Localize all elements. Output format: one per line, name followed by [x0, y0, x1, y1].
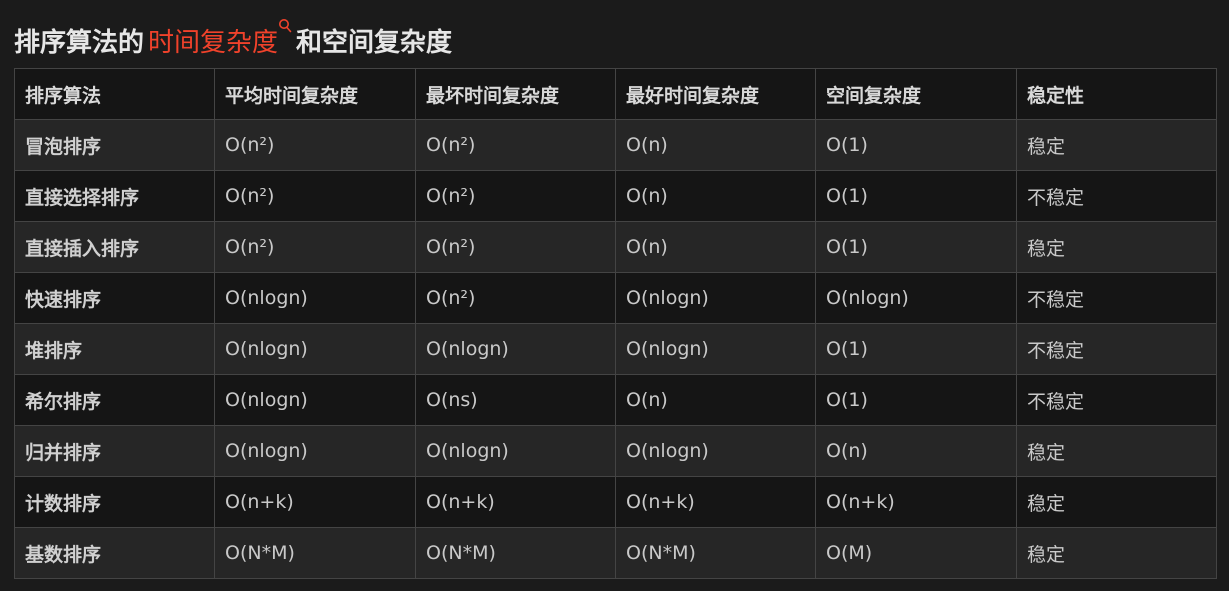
space-complexity-cell: O(1)	[815, 119, 1017, 171]
worst-time-cell: O(n+k)	[415, 476, 616, 528]
average-time-cell: O(n²)	[214, 119, 416, 171]
best-time-cell: O(n+k)	[615, 476, 816, 528]
algorithm-name-cell: 直接插入排序	[14, 221, 215, 273]
worst-time-cell: O(nlogn)	[415, 425, 616, 477]
column-header-best-time: 最好时间复杂度	[615, 68, 816, 120]
best-time-cell: O(nlogn)	[615, 425, 816, 477]
stability-cell: 不稳定	[1016, 272, 1217, 324]
average-time-cell: O(nlogn)	[214, 272, 416, 324]
space-complexity-cell: O(1)	[815, 221, 1017, 273]
algorithm-name-cell: 直接选择排序	[14, 170, 215, 222]
space-complexity-cell: O(n+k)	[815, 476, 1017, 528]
average-time-cell: O(n²)	[214, 170, 416, 222]
title-prefix: 排序算法的	[14, 27, 145, 58]
keyword-link[interactable]: 时间复杂度	[148, 22, 278, 59]
average-time-cell: O(nlogn)	[214, 323, 416, 375]
table-row: 基数排序 O(N*M) O(N*M) O(N*M) O(M) 稳定	[14, 527, 1217, 579]
page-title: 排序算法的 时间复杂度 和空间复杂度	[14, 19, 453, 60]
table-row: 直接选择排序 O(n²) O(n²) O(n) O(1) 不稳定	[14, 170, 1217, 222]
average-time-cell: O(N*M)	[214, 527, 416, 579]
algorithm-name-cell: 希尔排序	[14, 374, 215, 426]
table-row: 快速排序 O(nlogn) O(n²) O(nlogn) O(nlogn) 不稳…	[14, 272, 1217, 324]
search-icon[interactable]	[278, 19, 292, 40]
best-time-cell: O(n)	[615, 170, 816, 222]
algorithm-name-cell: 快速排序	[14, 272, 215, 324]
best-time-cell: O(nlogn)	[615, 323, 816, 375]
table-row: 计数排序 O(n+k) O(n+k) O(n+k) O(n+k) 稳定	[14, 476, 1217, 528]
table-row: 直接插入排序 O(n²) O(n²) O(n) O(1) 稳定	[14, 221, 1217, 273]
table-row: 冒泡排序 O(n²) O(n²) O(n) O(1) 稳定	[14, 119, 1217, 171]
best-time-cell: O(n)	[615, 221, 816, 273]
stability-cell: 稳定	[1016, 527, 1217, 579]
stability-cell: 稳定	[1016, 119, 1217, 171]
stability-cell: 稳定	[1016, 221, 1217, 273]
space-complexity-cell: O(nlogn)	[815, 272, 1017, 324]
worst-time-cell: O(n²)	[415, 272, 616, 324]
worst-time-cell: O(ns)	[415, 374, 616, 426]
table-row: 希尔排序 O(nlogn) O(ns) O(n) O(1) 不稳定	[14, 374, 1217, 426]
average-time-cell: O(n+k)	[214, 476, 416, 528]
algorithm-name-cell: 基数排序	[14, 527, 215, 579]
stability-cell: 不稳定	[1016, 374, 1217, 426]
best-time-cell: O(n)	[615, 374, 816, 426]
algorithm-name-cell: 计数排序	[14, 476, 215, 528]
table-row: 堆排序 O(nlogn) O(nlogn) O(nlogn) O(1) 不稳定	[14, 323, 1217, 375]
best-time-cell: O(n)	[615, 119, 816, 171]
space-complexity-cell: O(n)	[815, 425, 1017, 477]
worst-time-cell: O(N*M)	[415, 527, 616, 579]
column-header-average-time: 平均时间复杂度	[214, 68, 416, 120]
table-row: 归并排序 O(nlogn) O(nlogn) O(nlogn) O(n) 稳定	[14, 425, 1217, 477]
column-header-stability: 稳定性	[1016, 68, 1217, 120]
stability-cell: 稳定	[1016, 476, 1217, 528]
column-header-space: 空间复杂度	[815, 68, 1017, 120]
algorithm-name-cell: 堆排序	[14, 323, 215, 375]
space-complexity-cell: O(M)	[815, 527, 1017, 579]
stability-cell: 不稳定	[1016, 170, 1217, 222]
table-header-row: 排序算法 平均时间复杂度 最坏时间复杂度 最好时间复杂度 空间复杂度 稳定性	[14, 68, 1217, 120]
column-header-algorithm: 排序算法	[14, 68, 215, 120]
worst-time-cell: O(n²)	[415, 221, 616, 273]
sorting-complexity-table: 排序算法 平均时间复杂度 最坏时间复杂度 最好时间复杂度 空间复杂度 稳定性 冒…	[14, 68, 1217, 579]
title-suffix: 和空间复杂度	[296, 27, 453, 58]
space-complexity-cell: O(1)	[815, 323, 1017, 375]
column-header-worst-time: 最坏时间复杂度	[415, 68, 616, 120]
algorithm-name-cell: 冒泡排序	[14, 119, 215, 171]
space-complexity-cell: O(1)	[815, 374, 1017, 426]
stability-cell: 不稳定	[1016, 323, 1217, 375]
stability-cell: 稳定	[1016, 425, 1217, 477]
worst-time-cell: O(n²)	[415, 170, 616, 222]
worst-time-cell: O(nlogn)	[415, 323, 616, 375]
best-time-cell: O(N*M)	[615, 527, 816, 579]
best-time-cell: O(nlogn)	[615, 272, 816, 324]
worst-time-cell: O(n²)	[415, 119, 616, 171]
algorithm-name-cell: 归并排序	[14, 425, 215, 477]
average-time-cell: O(n²)	[214, 221, 416, 273]
average-time-cell: O(nlogn)	[214, 425, 416, 477]
space-complexity-cell: O(1)	[815, 170, 1017, 222]
average-time-cell: O(nlogn)	[214, 374, 416, 426]
